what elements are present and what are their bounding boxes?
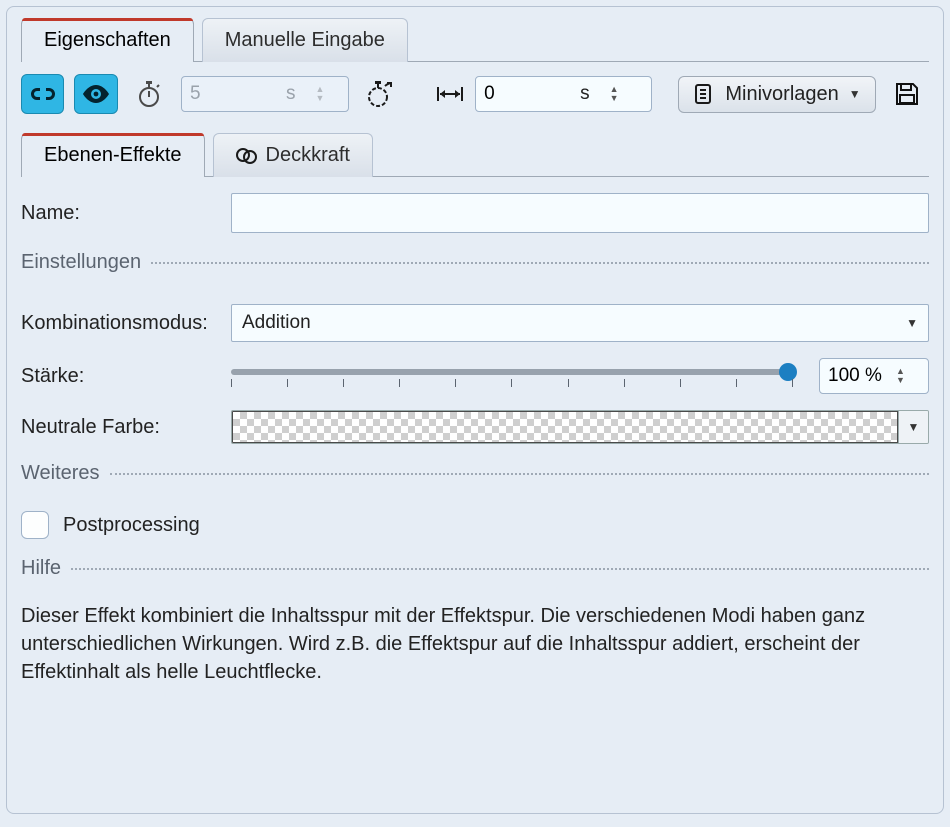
neutral-color-picker[interactable]: ▼	[231, 410, 929, 444]
duration-unit: s	[282, 83, 310, 105]
reset-time-button[interactable]	[359, 74, 402, 114]
save-button[interactable]	[886, 74, 929, 114]
tab-manual-input-label: Manuelle Eingabe	[225, 29, 385, 52]
help-text: Dieser Effekt kombiniert die Inhaltsspur…	[21, 602, 929, 686]
neutral-color-label: Neutrale Farbe:	[21, 416, 231, 439]
stopwatch-icon	[136, 80, 162, 108]
strength-slider[interactable]	[231, 361, 793, 391]
postprocessing-label: Postprocessing	[63, 514, 200, 537]
visibility-toggle-button[interactable]	[74, 74, 117, 114]
slider-ticks	[231, 379, 793, 387]
stopwatch-button[interactable]	[128, 74, 171, 114]
chevron-down-icon: ▼	[908, 420, 920, 434]
row-neutral-color: Neutrale Farbe: ▼	[21, 410, 929, 444]
settings-section-header: Einstellungen	[21, 251, 929, 274]
tab-layer-effects[interactable]: Ebenen-Effekte	[21, 133, 205, 177]
strength-stepper[interactable]: ▲▼	[890, 367, 911, 385]
offset-unit: s	[576, 83, 604, 105]
slider-track	[231, 369, 793, 375]
offset-stepper[interactable]: ▲▼	[604, 85, 625, 103]
tab-properties-label: Eigenschaften	[44, 29, 171, 52]
settings-header-label: Einstellungen	[21, 251, 141, 274]
row-combination-mode: Kombinationsmodus: Addition ▼	[21, 304, 929, 342]
tab-opacity-label: Deckkraft	[266, 144, 350, 167]
offset-input[interactable]	[476, 79, 576, 109]
checkbox-box[interactable]	[21, 511, 49, 539]
eye-icon	[82, 85, 110, 103]
strength-label: Stärke:	[21, 365, 231, 388]
toolbar: s ▲▼ s ▲▼ Minivorlagen ▼	[21, 74, 929, 114]
reset-time-icon	[365, 80, 395, 108]
chevron-down-icon: ▼	[849, 87, 861, 101]
row-name: Name:	[21, 193, 929, 233]
presets-button[interactable]: Minivorlagen ▼	[678, 76, 875, 113]
row-postprocessing: Postprocessing	[21, 511, 929, 539]
strength-spinner[interactable]: ▲▼	[819, 358, 929, 394]
tab-manual-input[interactable]: Manuelle Eingabe	[202, 18, 408, 62]
offset-spinner[interactable]: s ▲▼	[475, 76, 652, 112]
width-icon-button[interactable]	[436, 74, 466, 114]
presets-label: Minivorlagen	[725, 83, 838, 106]
help-section-header: Hilfe	[21, 557, 929, 580]
more-section-header: Weiteres	[21, 462, 929, 485]
postprocessing-checkbox[interactable]: Postprocessing	[21, 511, 200, 539]
link-icon	[30, 86, 56, 102]
effect-form: Name: Einstellungen Kombinationsmodus: A…	[21, 193, 929, 686]
combination-mode-value: Addition	[242, 312, 311, 334]
opacity-icon	[236, 146, 258, 166]
sub-tab-row: Ebenen-Effekte Deckkraft	[21, 132, 929, 177]
tab-opacity[interactable]: Deckkraft	[213, 133, 373, 177]
combination-mode-label: Kombinationsmodus:	[21, 312, 231, 335]
width-arrows-icon	[436, 85, 464, 103]
tab-layer-effects-label: Ebenen-Effekte	[44, 144, 182, 167]
divider	[71, 568, 929, 570]
link-toggle-button[interactable]	[21, 74, 64, 114]
chevron-down-icon: ▼	[906, 316, 918, 330]
color-swatch[interactable]	[232, 411, 898, 443]
help-header-label: Hilfe	[21, 557, 61, 580]
divider	[110, 473, 929, 475]
tab-properties[interactable]: Eigenschaften	[21, 18, 194, 62]
more-header-label: Weiteres	[21, 462, 100, 485]
divider	[151, 262, 929, 264]
combination-mode-select[interactable]: Addition ▼	[231, 304, 929, 342]
duration-spinner[interactable]: s ▲▼	[181, 76, 348, 112]
color-dropdown-button[interactable]: ▼	[898, 411, 928, 443]
template-icon	[693, 83, 715, 105]
save-icon	[894, 81, 920, 107]
top-tab-row: Eigenschaften Manuelle Eingabe	[21, 17, 929, 62]
name-label: Name:	[21, 202, 231, 225]
row-strength: Stärke: ▲▼	[21, 358, 929, 394]
duration-input[interactable]	[182, 79, 282, 109]
strength-input[interactable]	[820, 361, 890, 391]
duration-stepper[interactable]: ▲▼	[310, 85, 331, 103]
name-input[interactable]	[231, 193, 929, 233]
properties-panel: Eigenschaften Manuelle Eingabe s ▲▼	[6, 6, 944, 814]
